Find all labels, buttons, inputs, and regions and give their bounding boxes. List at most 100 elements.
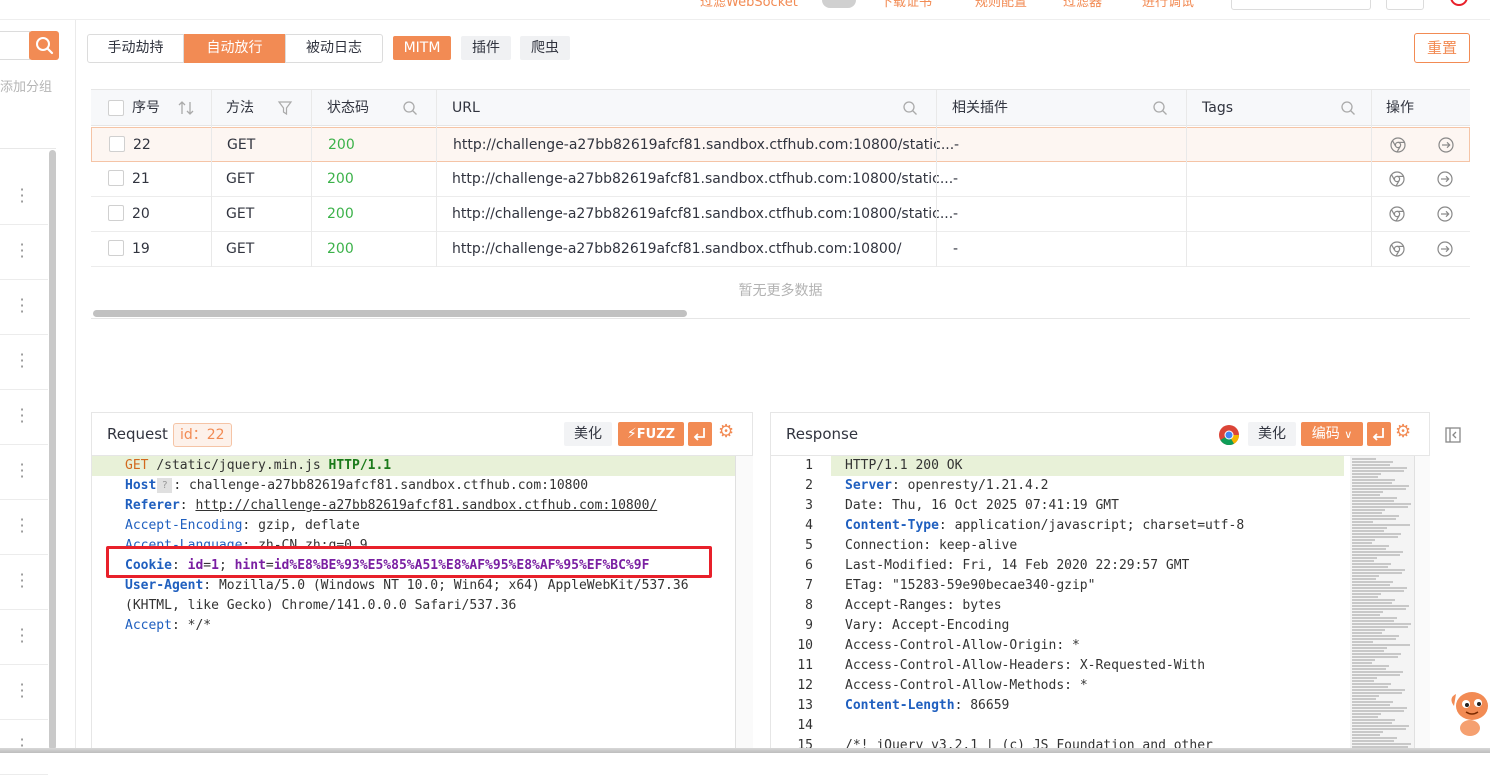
- sidebar-list-item[interactable]: ···: [0, 665, 48, 720]
- proxy-listen-select[interactable]: [1231, 0, 1371, 10]
- request-settings-gear-icon[interactable]: ⚙: [718, 421, 734, 442]
- cell-plugin: -: [953, 241, 959, 257]
- request-method: GET: [125, 458, 149, 473]
- filter-icon[interactable]: [277, 100, 293, 116]
- download-cert-link[interactable]: 下载证书: [880, 0, 932, 10]
- request-scrollbar[interactable]: [735, 456, 753, 753]
- stop-icon[interactable]: [1450, 0, 1468, 6]
- sidebar-list-item[interactable]: ···: [0, 500, 48, 555]
- request-title: Request: [107, 425, 168, 443]
- header-separator: :: [946, 598, 963, 613]
- response-settings-gear-icon[interactable]: ⚙: [1395, 421, 1411, 442]
- more-vertical-icon[interactable]: ···: [16, 567, 28, 595]
- sidebar-search-button[interactable]: [29, 31, 59, 60]
- minimap-line: [1352, 497, 1397, 499]
- line-number: 4: [805, 518, 813, 533]
- line-number: 8: [805, 598, 813, 613]
- more-vertical-icon[interactable]: ···: [16, 182, 28, 210]
- fuzz-button[interactable]: ⚡FUZZ: [618, 422, 684, 446]
- collapse-panel-icon[interactable]: [1444, 426, 1462, 444]
- sidebar-list-item[interactable]: ···: [0, 335, 48, 390]
- more-vertical-icon[interactable]: ···: [16, 622, 28, 650]
- open-in-browser-icon[interactable]: [1388, 205, 1406, 223]
- select-all-checkbox[interactable]: [108, 100, 124, 116]
- sidebar-list-item[interactable]: ···: [0, 170, 48, 225]
- request-beautify-button[interactable]: 美化: [564, 422, 612, 446]
- table-row[interactable]: 19 GET 200 http://challenge-a27bb82619afcf8…: [91, 232, 1470, 267]
- reset-button[interactable]: 重置: [1414, 33, 1470, 63]
- url-search-icon[interactable]: [902, 100, 918, 116]
- tags-search-icon[interactable]: [1340, 100, 1356, 116]
- response-wrap-button[interactable]: [1367, 422, 1391, 446]
- table-horizontal-scrollbar[interactable]: [93, 310, 687, 317]
- help-icon[interactable]: ?: [157, 478, 173, 493]
- mascot-icon[interactable]: [1448, 684, 1490, 740]
- table-row[interactable]: 22 GET 200 http://challenge-a27bb82619afcf8…: [91, 127, 1470, 162]
- plugins-search-icon[interactable]: [1152, 100, 1168, 116]
- sort-icon[interactable]: [177, 100, 195, 116]
- sidebar-list-item[interactable]: ···: [0, 225, 48, 280]
- table-row[interactable]: 21 GET 200 http://challenge-a27bb82619afcf8…: [91, 162, 1470, 197]
- more-vertical-icon[interactable]: ···: [16, 347, 28, 375]
- minimap-line: [1352, 716, 1378, 718]
- header-value: *: [1071, 638, 1080, 653]
- response-scrollbar[interactable]: [1414, 456, 1430, 753]
- sidebar-list-item[interactable]: ···: [0, 445, 48, 500]
- response-beautify-button[interactable]: 美化: [1248, 422, 1296, 446]
- response-minimap[interactable]: [1350, 456, 1414, 753]
- arrow-right-circle-icon[interactable]: [1436, 170, 1454, 188]
- referer-link[interactable]: http://challenge-a27bb82619afcf81.sandbo…: [195, 498, 657, 513]
- row-checkbox[interactable]: [108, 240, 124, 256]
- more-vertical-icon[interactable]: ···: [16, 677, 28, 705]
- open-in-browser-icon[interactable]: [1388, 170, 1406, 188]
- status-search-icon[interactable]: [402, 100, 418, 116]
- filter-link[interactable]: 过滤器: [1063, 0, 1102, 10]
- header-separator: :: [876, 578, 892, 593]
- open-in-browser-icon[interactable]: [1389, 136, 1407, 154]
- tab-passive-log[interactable]: 被动日志: [285, 34, 383, 63]
- tab-auto-release[interactable]: 自动放行: [184, 34, 285, 63]
- sidebar-list-item[interactable]: ···: [0, 280, 48, 335]
- minimap-line: [1352, 692, 1402, 694]
- response-title: Response: [786, 425, 859, 443]
- row-checkbox[interactable]: [108, 205, 124, 221]
- arrow-right-circle-icon[interactable]: [1436, 205, 1454, 223]
- filter-websocket-label[interactable]: 过滤WebSocket: [700, 0, 798, 10]
- close-button[interactable]: [1386, 0, 1424, 10]
- request-wrap-button[interactable]: [688, 422, 712, 446]
- encode-dropdown[interactable]: 编码 ∨: [1301, 422, 1363, 446]
- request-version: HTTP/1.1: [328, 458, 392, 473]
- more-vertical-icon[interactable]: ···: [16, 237, 28, 265]
- sidebar-scrollbar[interactable]: [49, 150, 56, 750]
- minimap-line: [1352, 611, 1383, 613]
- response-editor[interactable]: 1 HTTP/1.1 200 OK 2 Server: openresty/1.21.…: [770, 456, 1430, 753]
- row-checkbox[interactable]: [109, 136, 125, 152]
- line-number: 7: [805, 578, 813, 593]
- sidebar-list-item[interactable]: ···: [0, 555, 48, 610]
- more-vertical-icon[interactable]: ···: [16, 402, 28, 430]
- table-row[interactable]: 20 GET 200 http://challenge-a27bb82619afcf8…: [91, 197, 1470, 232]
- sidebar-search-input[interactable]: [0, 31, 30, 60]
- crawler-button[interactable]: 爬虫: [520, 36, 570, 60]
- plugin-button[interactable]: 插件: [461, 36, 511, 60]
- header-name: Accept: [125, 618, 172, 633]
- sidebar-list-item[interactable]: ···: [0, 610, 48, 665]
- mitm-button[interactable]: MITM: [393, 36, 451, 60]
- request-editor[interactable]: GET /static/jquery.min.js HTTP/1.1 Host?…: [91, 456, 753, 753]
- chrome-icon[interactable]: [1218, 424, 1240, 446]
- tab-manual-hijack[interactable]: 手动劫持: [87, 34, 184, 63]
- line-number: 1: [805, 458, 813, 473]
- more-vertical-icon[interactable]: ···: [16, 457, 28, 485]
- open-in-browser-icon[interactable]: [1388, 240, 1406, 258]
- more-vertical-icon[interactable]: ···: [16, 512, 28, 540]
- websocket-toggle[interactable]: [822, 0, 856, 8]
- header-separator: :: [1064, 658, 1080, 673]
- add-group-link[interactable]: 添加分组: [0, 76, 52, 95]
- arrow-right-circle-icon[interactable]: [1437, 136, 1455, 154]
- debug-link[interactable]: 进行调试: [1142, 0, 1194, 10]
- rule-config-link[interactable]: 规则配置: [975, 0, 1027, 10]
- more-vertical-icon[interactable]: ···: [16, 292, 28, 320]
- sidebar-list-item[interactable]: ···: [0, 390, 48, 445]
- row-checkbox[interactable]: [108, 170, 124, 186]
- arrow-right-circle-icon[interactable]: [1436, 240, 1454, 258]
